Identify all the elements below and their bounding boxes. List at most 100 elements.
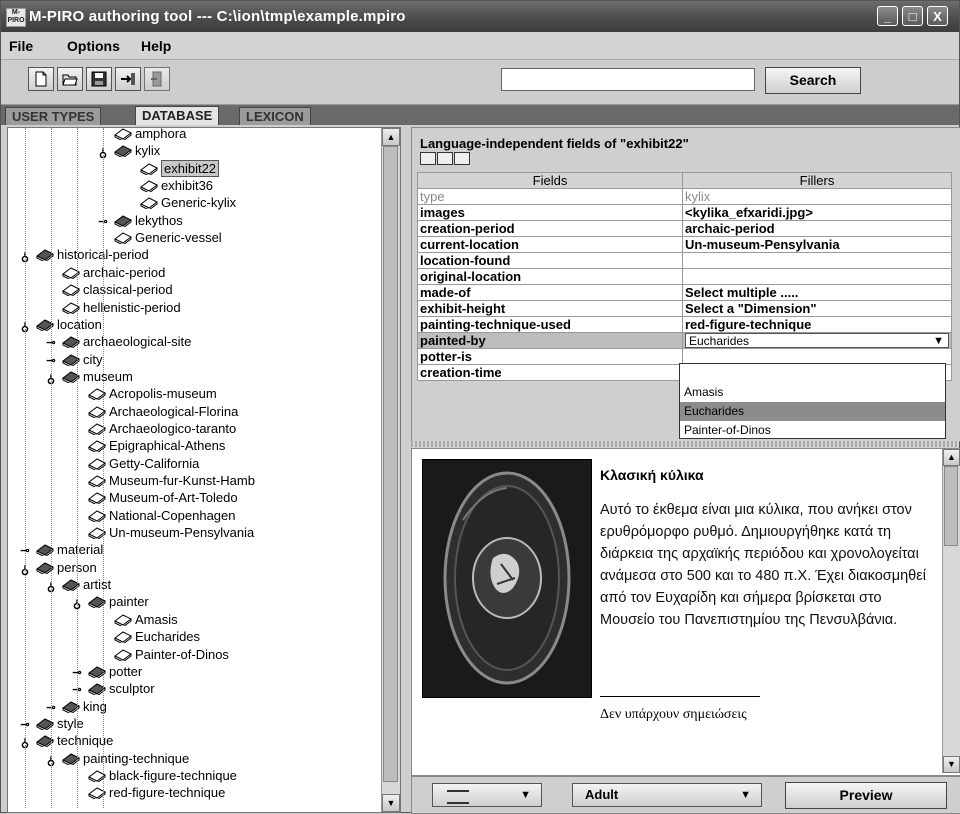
- tree-node[interactable]: red-figure-technique: [70, 784, 225, 801]
- scroll-down-icon[interactable]: ▼: [382, 794, 400, 812]
- open-folder-icon: [62, 74, 78, 86]
- scroll-thumb[interactable]: [944, 466, 958, 546]
- tree-node[interactable]: amphora: [96, 127, 187, 142]
- field-row[interactable]: painted-by Eucharides ▼: [417, 332, 952, 349]
- dropdown-option[interactable]: [680, 364, 945, 383]
- tree-node[interactable]: Archaeologico-taranto: [70, 420, 236, 437]
- tree-node[interactable]: Generic-vessel: [96, 229, 222, 246]
- pane-splitter[interactable]: [411, 441, 959, 447]
- filler-value[interactable]: Un-museum-Pensylvania: [682, 236, 952, 253]
- tree-node[interactable]: Museum-fur-Kunst-Hamb: [70, 472, 255, 489]
- tree-node-label: amphora: [135, 127, 187, 141]
- tab-database[interactable]: DATABASE: [135, 106, 220, 125]
- split-view-icon[interactable]: [437, 152, 453, 165]
- field-row[interactable]: location-found: [417, 252, 952, 269]
- filler-value[interactable]: archaic-period: [682, 220, 952, 237]
- minimize-button[interactable]: _: [877, 6, 898, 26]
- tree-node[interactable]: Painter-of-Dinos: [96, 646, 229, 663]
- scroll-up-icon[interactable]: ▲: [943, 449, 960, 466]
- tree-node[interactable]: ⊸ potter: [70, 663, 142, 680]
- tree-node[interactable]: Acropolis-museum: [70, 385, 217, 402]
- tree-node[interactable]: Eucharides: [96, 628, 200, 645]
- open-button[interactable]: [57, 67, 83, 91]
- scroll-down-icon[interactable]: ▼: [943, 756, 960, 773]
- scroll-up-icon[interactable]: ▲: [382, 128, 400, 146]
- text-format-select[interactable]: ▼: [432, 783, 542, 807]
- field-row[interactable]: painting-technique-used red-figure-techni…: [417, 316, 952, 333]
- tree-node[interactable]: ⚲ painter: [70, 593, 149, 610]
- tree-scrollbar[interactable]: ▲ ▼: [381, 128, 400, 812]
- tree-node[interactable]: ⊸ material: [18, 541, 103, 558]
- dropdown-option[interactable]: Painter-of-Dinos: [680, 421, 945, 440]
- chevron-down-icon[interactable]: ▼: [933, 334, 944, 349]
- tree-node[interactable]: hellenistic-period: [44, 299, 181, 316]
- preview-button[interactable]: Preview: [785, 782, 947, 809]
- grid-view-icon[interactable]: [420, 152, 436, 165]
- app-window: M-PIRO M-PIRO authoring tool --- C:\ion\…: [0, 0, 960, 814]
- tree-node[interactable]: ⊸ city: [44, 351, 102, 368]
- close-button[interactable]: X: [927, 6, 948, 26]
- tree-node[interactable]: exhibit36: [122, 177, 213, 194]
- tree-node[interactable]: Epigraphical-Athens: [70, 437, 225, 454]
- tree-node[interactable]: Museum-of-Art-Toledo: [70, 489, 238, 506]
- user-type-select[interactable]: Adult ▼: [572, 783, 762, 807]
- tree-node-label: Epigraphical-Athens: [109, 438, 226, 454]
- tree-node[interactable]: ⚲ location: [18, 316, 102, 333]
- field-row[interactable]: made-of Select multiple .....: [417, 284, 952, 301]
- tree-node[interactable]: ⚲ painting-technique: [44, 750, 189, 767]
- tree-node[interactable]: ⊸ king: [44, 698, 106, 715]
- import-button[interactable]: [115, 67, 141, 91]
- tree-node[interactable]: Generic-kylix: [122, 194, 236, 211]
- tree-node[interactable]: exhibit22: [122, 159, 220, 177]
- tree-node-label: Un-museum-Pensylvania: [109, 525, 255, 541]
- scroll-thumb[interactable]: [383, 146, 398, 782]
- filler-cell[interactable]: Eucharides ▼: [682, 332, 952, 349]
- field-row[interactable]: original-location: [417, 268, 952, 285]
- exit-button[interactable]: [144, 67, 170, 91]
- tree-node[interactable]: ⊸ archaeological-site: [44, 333, 191, 350]
- filler-value[interactable]: Select multiple .....: [682, 284, 952, 301]
- tree-node[interactable]: black-figure-technique: [70, 767, 237, 784]
- tab-user-types[interactable]: USER TYPES: [5, 107, 102, 125]
- filler-value[interactable]: Select a "Dimension": [682, 300, 952, 317]
- field-row[interactable]: creation-period archaic-period: [417, 220, 952, 237]
- tree-node[interactable]: ⊸ sculptor: [70, 680, 154, 697]
- dropdown-option-selected[interactable]: Eucharides: [680, 402, 945, 421]
- maximize-button[interactable]: □: [902, 6, 923, 26]
- filler-value[interactable]: <kylika_efxaridi.jpg>: [682, 204, 952, 221]
- field-row[interactable]: current-location Un-museum-Pensylvania: [417, 236, 952, 253]
- new-button[interactable]: [28, 67, 54, 91]
- search-button[interactable]: Search: [765, 67, 861, 94]
- list-view-icon[interactable]: [454, 152, 470, 165]
- field-row[interactable]: exhibit-height Select a "Dimension": [417, 300, 952, 317]
- field-row[interactable]: type kylix: [417, 188, 952, 205]
- preview-scrollbar[interactable]: ▲ ▼: [942, 449, 960, 773]
- tree-node[interactable]: Archaeological-Florina: [70, 403, 238, 420]
- title-bar[interactable]: M-PIRO M-PIRO authoring tool --- C:\ion\…: [1, 1, 959, 32]
- tree-node[interactable]: ⚲ technique: [18, 732, 113, 749]
- tab-lexicon[interactable]: LEXICON: [239, 107, 311, 125]
- painted-by-select[interactable]: Eucharides ▼: [685, 333, 949, 348]
- menu-help[interactable]: Help: [141, 38, 171, 54]
- tree-node[interactable]: classical-period: [44, 281, 173, 298]
- tree-node[interactable]: Amasis: [96, 611, 178, 628]
- field-row[interactable]: images <kylika_efxaridi.jpg>: [417, 204, 952, 221]
- dropdown-option[interactable]: Amasis: [680, 383, 945, 402]
- tree-node[interactable]: ⚲ person: [18, 559, 97, 576]
- filler-value[interactable]: kylix: [682, 188, 952, 205]
- filler-value[interactable]: [682, 252, 952, 269]
- save-button[interactable]: [86, 67, 112, 91]
- filler-value[interactable]: [682, 268, 952, 285]
- filler-value[interactable]: red-figure-technique: [682, 316, 952, 333]
- tree-node[interactable]: ⚲ historical-period: [18, 246, 149, 263]
- search-input[interactable]: [501, 68, 755, 91]
- tree-node[interactable]: ⚲ museum: [44, 368, 133, 385]
- menu-file[interactable]: File: [9, 38, 33, 54]
- tree-node[interactable]: Un-museum-Pensylvania: [70, 524, 254, 541]
- tree-node[interactable]: National-Copenhagen: [70, 507, 235, 524]
- tree-node[interactable]: ⚲ kylix: [96, 142, 160, 159]
- tree-node[interactable]: Getty-California: [70, 455, 199, 472]
- tree-node[interactable]: archaic-period: [44, 264, 165, 281]
- menu-options[interactable]: Options: [67, 38, 120, 54]
- tree-node[interactable]: ⊸ lekythos: [96, 212, 182, 229]
